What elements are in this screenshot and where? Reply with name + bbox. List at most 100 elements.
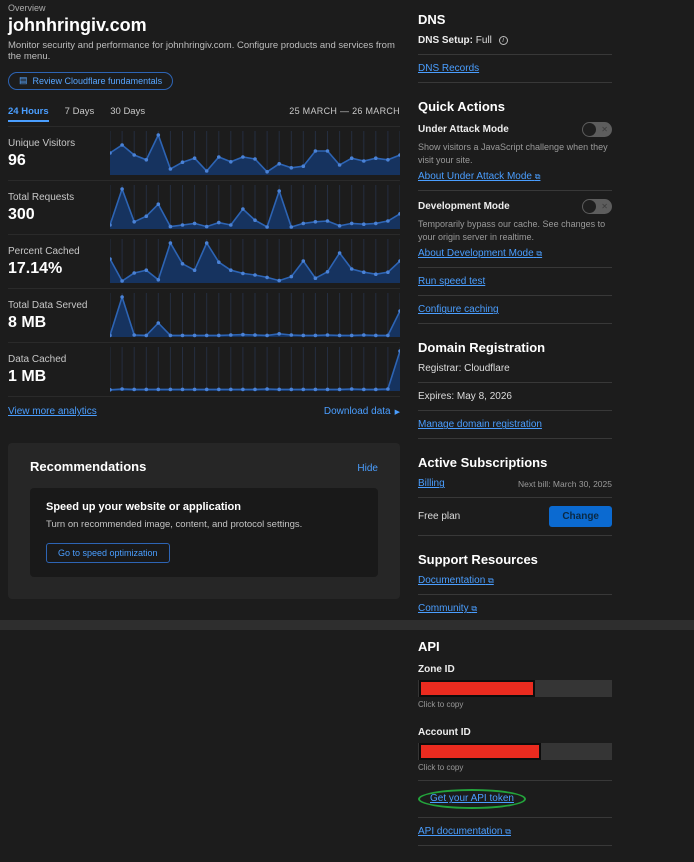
play-arrow-icon [395,406,400,417]
bottom-scrollbar-strip[interactable] [0,620,694,630]
tab-7-days[interactable]: 7 Days [65,106,95,120]
under-attack-mode-description: Show visitors a JavaScript challenge whe… [418,141,612,166]
speed-up-card: Speed up your website or application Tur… [30,488,378,577]
development-mode-row: Development Mode Temporarily bypass our … [418,191,612,268]
download-data-label: Download data [324,406,391,417]
plan-name: Free plan [418,511,460,522]
account-id-label: Account ID [418,727,612,738]
configure-caching-link[interactable]: Configure caching [418,304,499,315]
analytics-links-row: View more analytics Download data [8,396,400,426]
green-annotation-circle: Get your API token [418,789,526,809]
metric-label: Percent Cached [8,246,110,257]
about-development-mode-link[interactable]: About Development Mode [418,248,542,259]
run-speed-test-row: Run speed test [418,268,612,296]
sparkline-percent-cached [110,239,400,285]
go-to-speed-optimization-button[interactable]: Go to speed optimization [46,543,170,563]
documentation-label: Documentation [418,575,485,586]
info-icon[interactable] [499,36,508,45]
change-plan-button[interactable]: Change [549,506,612,527]
about-development-mode-label: About Development Mode [418,248,534,259]
metric-row-data-cached: Data Cached 1 MB [8,342,400,396]
active-subscriptions-heading: Active Subscriptions [418,455,612,470]
zone-id-redaction [419,680,535,697]
metric-value: 17.14% [8,260,110,278]
community-label: Community [418,603,469,614]
account-id-redaction [419,743,541,760]
manage-domain-row: Manage domain registration [418,411,612,439]
book-icon [19,75,28,86]
about-under-attack-mode-link[interactable]: About Under Attack Mode [418,171,540,182]
date-range-label: 25 MARCH — 26 MARCH [289,106,400,116]
get-api-token-row: Get your API token [418,781,612,818]
domain-registration-heading: Domain Registration [418,340,612,355]
get-api-token-link[interactable]: Get your API token [430,793,514,804]
toggle-off-x-icon [601,199,608,214]
main-column: Overview johnhringiv.com Monitor securit… [8,0,400,599]
metric-label: Unique Visitors [8,138,110,149]
documentation-row: Documentation [418,567,612,595]
manage-domain-registration-link[interactable]: Manage domain registration [418,419,542,430]
metric-label: Data Cached [8,354,110,365]
run-speed-test-link[interactable]: Run speed test [418,276,485,287]
metric-value: 300 [8,206,110,224]
expires-value: Expires: May 8, 2026 [418,391,512,402]
under-attack-mode-toggle[interactable] [582,122,612,137]
metric-row-total-data-served: Total Data Served 8 MB [8,288,400,342]
metric-value: 8 MB [8,314,110,332]
metric-row-total-requests: Total Requests 300 [8,180,400,234]
under-attack-mode-row: Under Attack Mode Show visitors a JavaSc… [418,114,612,191]
account-id-field[interactable] [418,743,612,760]
billing-link[interactable]: Billing [418,478,445,489]
sparkline-data-cached [110,347,400,393]
metric-label: Total Data Served [8,300,110,311]
metric-row-unique-visitors: Unique Visitors 96 [8,126,400,180]
download-data-link[interactable]: Download data [324,406,400,417]
metric-info: Percent Cached 17.14% [8,246,110,278]
active-subscriptions-section: Active Subscriptions Billing Next bill: … [418,455,612,536]
metric-label: Total Requests [8,192,110,203]
dns-setup-row: DNS Setup: Full [418,27,612,55]
dns-records-link[interactable]: DNS Records [418,63,479,74]
dns-heading: DNS [418,12,612,27]
next-bill-label: Next bill: March 30, 2025 [518,479,612,489]
zone-id-copy-hint: Click to copy [418,700,612,717]
external-link-icon [535,171,541,182]
external-link-icon [488,575,494,586]
external-link-icon [505,826,511,837]
metric-info: Data Cached 1 MB [8,354,110,386]
tab-30-days[interactable]: 30 Days [110,106,145,120]
billing-row: Billing Next bill: March 30, 2025 [418,470,612,498]
documentation-link[interactable]: Documentation [418,575,494,586]
metric-value: 96 [8,152,110,170]
dns-records-row: DNS Records [418,55,612,83]
about-under-attack-mode-label: About Under Attack Mode [418,171,532,182]
toggle-knob [583,200,596,213]
api-documentation-link[interactable]: API documentation [418,826,511,837]
review-fundamentals-label: Review Cloudflare fundamentals [33,76,163,86]
development-mode-description: Temporarily bypass our cache. See change… [418,218,612,243]
review-fundamentals-button[interactable]: Review Cloudflare fundamentals [8,72,173,90]
speed-up-description: Turn on recommended image, content, and … [46,519,362,530]
toggle-off-x-icon [601,122,608,137]
quick-actions-section: Quick Actions Under Attack Mode Show vis… [418,99,612,324]
dns-setup-value: Full [476,35,492,46]
community-link[interactable]: Community [418,603,477,614]
metric-row-percent-cached: Percent Cached 17.14% [8,234,400,288]
configure-caching-row: Configure caching [418,296,612,324]
external-link-icon [471,603,477,614]
api-documentation-row: API documentation [418,818,612,846]
recommendations-header: Recommendations Hide [8,457,400,488]
account-id-copy-hint: Click to copy [418,763,612,781]
development-mode-toggle[interactable] [582,199,612,214]
zone-id-label: Zone ID [418,664,612,675]
metric-value: 1 MB [8,368,110,386]
sparkline-total-data-served [110,293,400,339]
tab-24-hours[interactable]: 24 Hours [8,106,49,122]
hide-recommendations-link[interactable]: Hide [357,463,378,474]
metric-info: Total Requests 300 [8,192,110,224]
development-mode-title: Development Mode [418,201,510,212]
api-documentation-label: API documentation [418,826,503,837]
zone-id-field[interactable] [418,680,612,697]
view-more-analytics-link[interactable]: View more analytics [8,406,97,417]
time-range-tabs: 24 Hours 7 Days 30 Days 25 MARCH — 26 MA… [8,106,400,126]
